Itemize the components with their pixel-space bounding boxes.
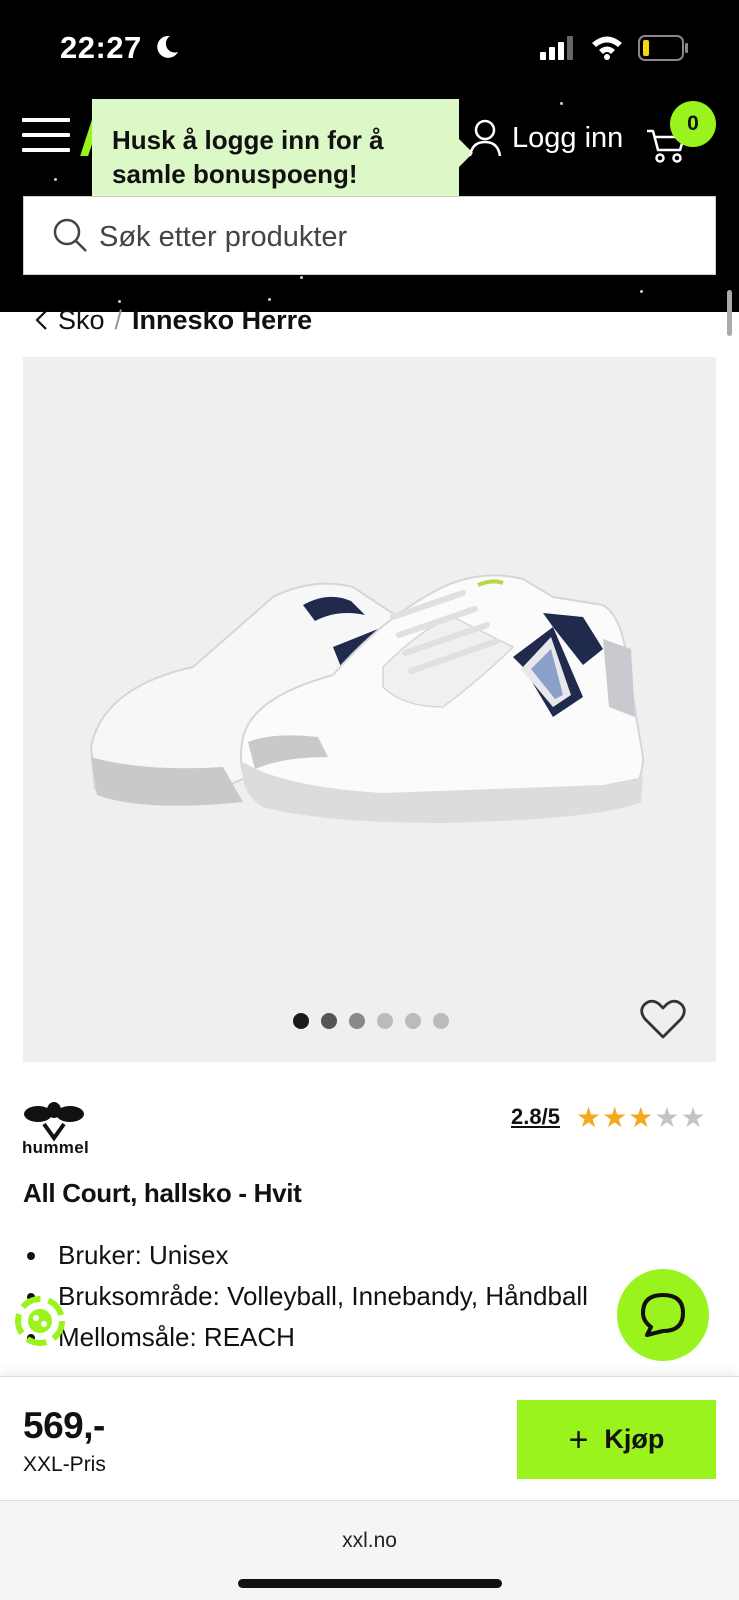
- header-star-decoration: [268, 298, 271, 301]
- brand-name: hummel: [22, 1138, 89, 1157]
- breadcrumb-item-sko[interactable]: Sko: [58, 305, 105, 336]
- search-bar[interactable]: [23, 196, 716, 275]
- eco-badge-icon[interactable]: [14, 1293, 66, 1349]
- plus-icon: +: [568, 1420, 589, 1459]
- battery-icon: [638, 35, 688, 61]
- rating-value[interactable]: 2.8/5: [511, 1104, 560, 1130]
- star-icon: ★: [680, 1102, 706, 1133]
- feature-item: Mellomsåle: REACH: [23, 1317, 588, 1358]
- carousel-dot[interactable]: [405, 1013, 421, 1029]
- home-indicator[interactable]: [238, 1579, 502, 1588]
- cart-count-badge[interactable]: 0: [670, 101, 716, 147]
- search-icon: [53, 218, 87, 252]
- url-text[interactable]: xxl.no: [0, 1529, 739, 1553]
- chevron-left-icon[interactable]: [32, 308, 52, 332]
- rating-stars[interactable]: ★ ★ ★ ★ ★: [576, 1104, 706, 1132]
- login-link[interactable]: Logg inn: [512, 122, 623, 155]
- star-icon: ★: [602, 1102, 628, 1133]
- carousel-dot[interactable]: [433, 1013, 449, 1029]
- carousel-dots: [293, 1013, 449, 1029]
- status-time: 22:27: [60, 30, 142, 65]
- signal-icon: [540, 36, 573, 60]
- star-icon: ★: [576, 1102, 602, 1133]
- feature-item: Bruksområde: Volleyball, Innebandy, Hånd…: [23, 1276, 588, 1317]
- chat-icon: [641, 1293, 685, 1337]
- star-icon: ★: [628, 1102, 654, 1133]
- product-feature-list: Bruker: Unisex Bruksområde: Volleyball, …: [23, 1235, 588, 1358]
- scroll-indicator[interactable]: [727, 290, 732, 336]
- buy-bar: 569,- XXL-Pris + Kjøp: [0, 1376, 739, 1500]
- carousel-dot-active[interactable]: [293, 1013, 309, 1029]
- price-label: XXL-Pris: [23, 1453, 106, 1476]
- star-icon: ★: [654, 1102, 680, 1133]
- heart-icon[interactable]: [639, 997, 687, 1041]
- breadcrumb-item-current[interactable]: Innesko Herre: [132, 305, 312, 336]
- header-star-decoration: [640, 290, 643, 293]
- moon-icon: [157, 35, 178, 58]
- user-icon[interactable]: [468, 118, 502, 158]
- product-image-gallery[interactable]: [23, 357, 716, 1062]
- breadcrumb: Sko / Innesko Herre: [32, 302, 312, 338]
- carousel-dot[interactable]: [321, 1013, 337, 1029]
- buy-button[interactable]: + Kjøp: [517, 1400, 716, 1479]
- header-star-decoration: [560, 102, 563, 105]
- product-shoe-image: [89, 574, 645, 823]
- feature-item: Bruker: Unisex: [23, 1235, 588, 1276]
- breadcrumb-separator: /: [114, 304, 123, 335]
- chat-button[interactable]: [617, 1269, 709, 1361]
- product-price: 569,-: [23, 1405, 105, 1446]
- header-star-decoration: [300, 276, 303, 279]
- menu-icon[interactable]: [22, 118, 70, 152]
- browser-address-bar[interactable]: xxl.no: [0, 1500, 739, 1600]
- buy-button-label: Kjøp: [604, 1424, 665, 1454]
- search-input[interactable]: [99, 217, 679, 257]
- site-header: Husk å logge inn for å samle bonuspoeng!…: [0, 90, 739, 312]
- carousel-dot[interactable]: [377, 1013, 393, 1029]
- product-title: All Court, hallsko - Hvit: [23, 1178, 302, 1208]
- carousel-dot[interactable]: [349, 1013, 365, 1029]
- status-bar: 22:27: [0, 0, 739, 90]
- header-star-decoration: [54, 178, 57, 181]
- wifi-icon: [592, 36, 622, 60]
